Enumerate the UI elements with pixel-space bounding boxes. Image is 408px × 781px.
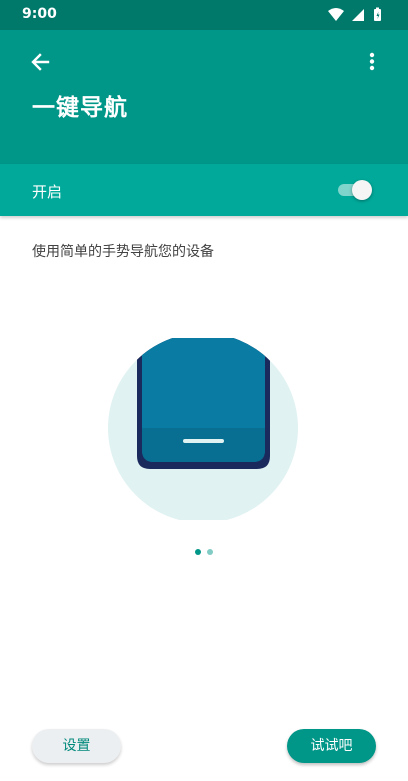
settings-button[interactable]: 设置: [32, 729, 121, 763]
phone-navbar-area: [142, 428, 265, 462]
arrow-back-icon: [31, 53, 50, 71]
page-indicator: [194, 549, 214, 557]
page-title: 一键导航: [32, 95, 128, 121]
switch-thumb: [352, 180, 372, 200]
wifi-icon: [328, 8, 344, 21]
app-bar: 一键导航: [0, 30, 408, 164]
description-text: 使用简单的手势导航您的设备: [32, 244, 214, 260]
status-icons: [328, 7, 381, 21]
page-dot-active[interactable]: [195, 549, 201, 555]
more-options-button[interactable]: [362, 48, 382, 76]
gesture-pill: [183, 439, 224, 443]
master-switch[interactable]: [336, 178, 372, 202]
back-button[interactable]: [26, 48, 54, 76]
phone-gesture-illustration: [108, 338, 298, 520]
page-dot[interactable]: [207, 549, 213, 555]
battery-icon: [374, 7, 381, 21]
more-vertical-icon: [369, 52, 375, 71]
switch-label: 开启: [32, 183, 63, 201]
status-bar: 9:00: [0, 0, 408, 30]
master-switch-bar[interactable]: 开启: [0, 164, 408, 216]
cellular-signal-icon: [352, 9, 364, 21]
try-it-button[interactable]: 试试吧: [287, 729, 376, 763]
status-time: 9:00: [22, 6, 57, 22]
